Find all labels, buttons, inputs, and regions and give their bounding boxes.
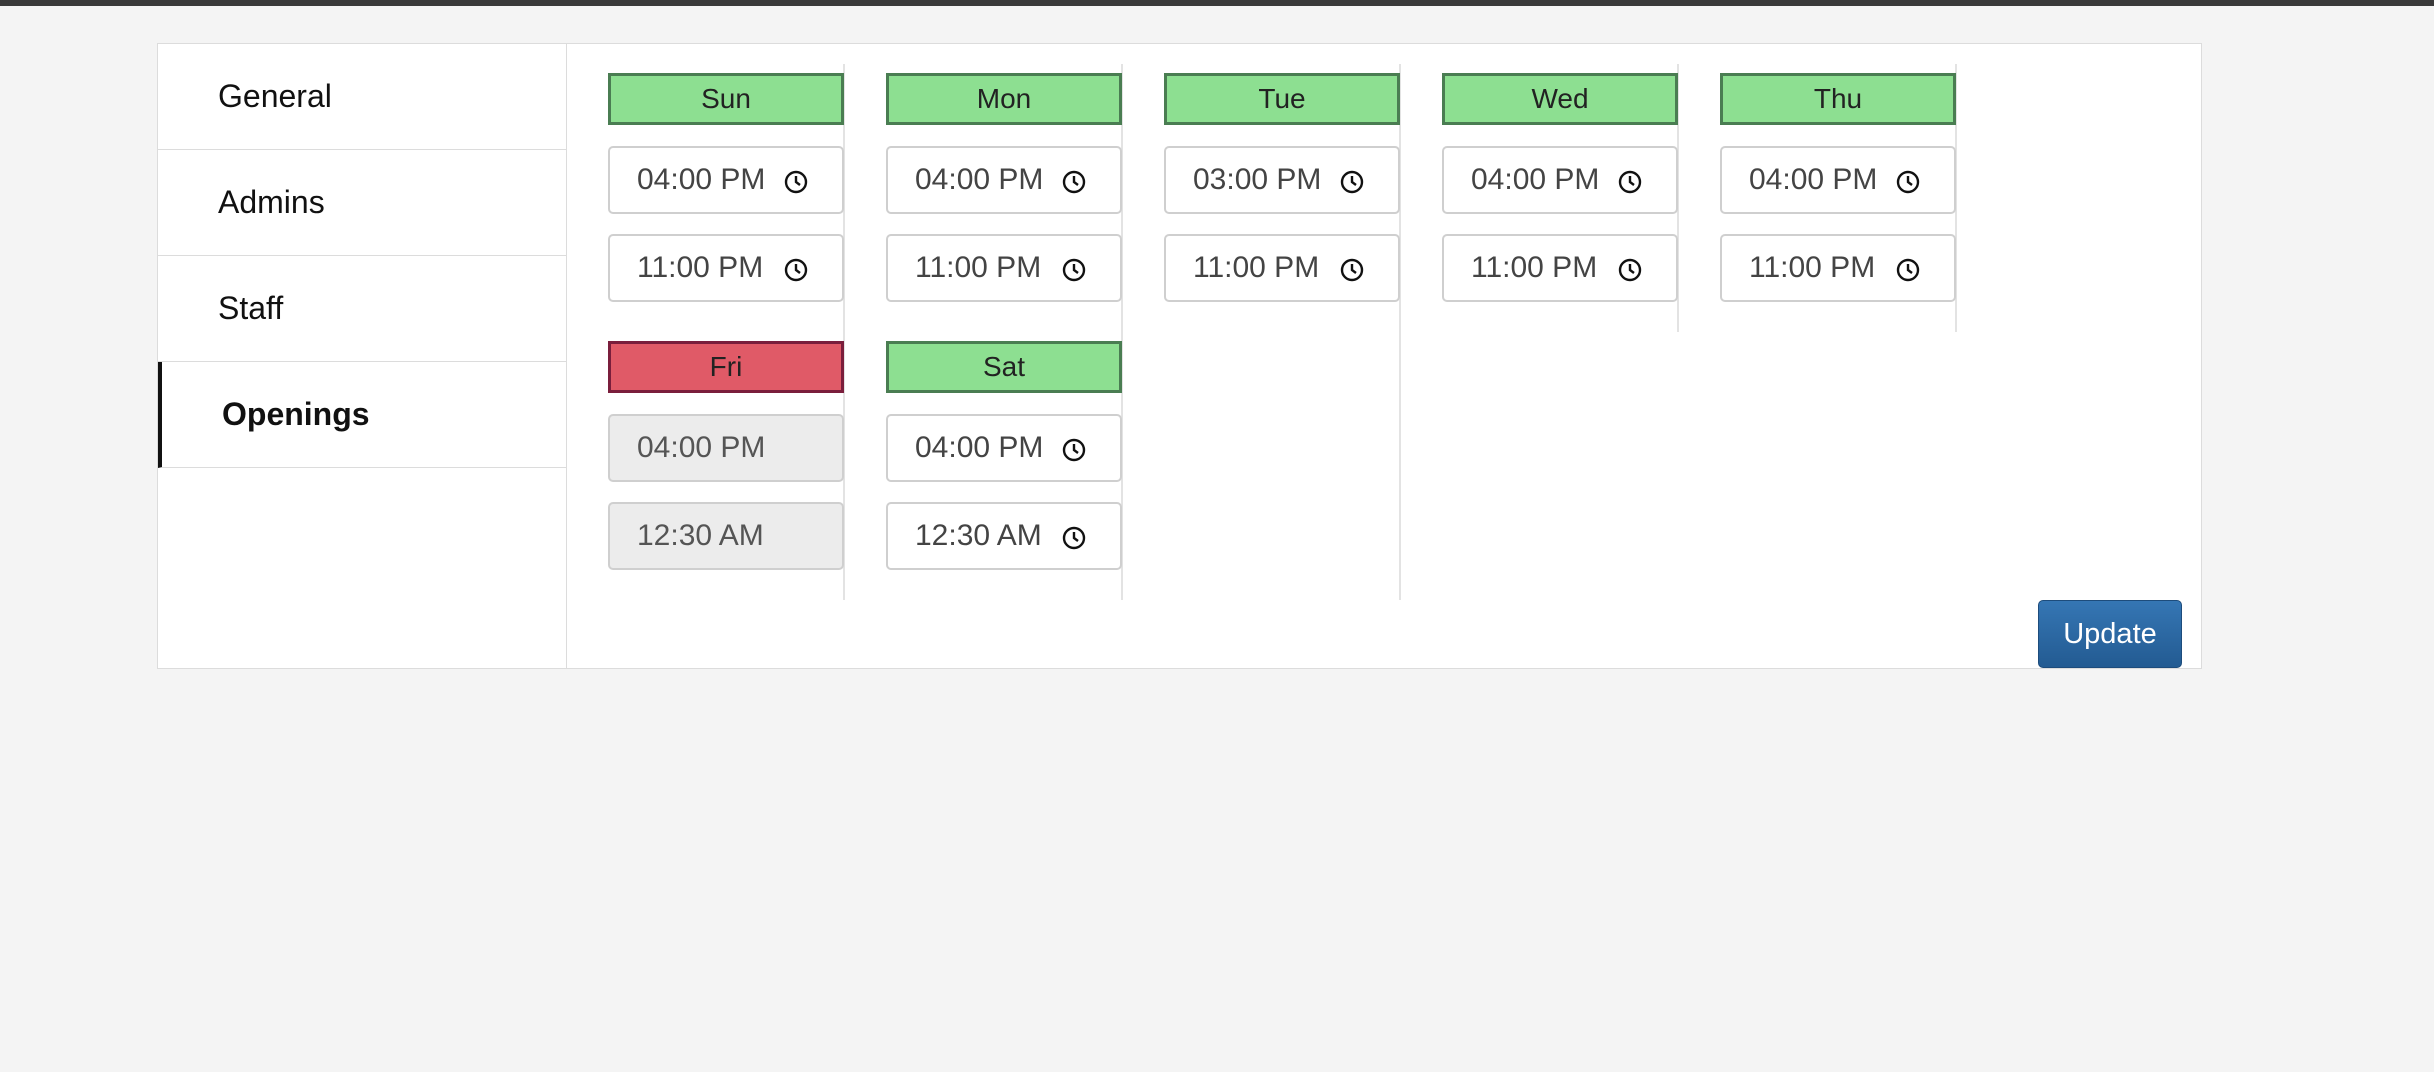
time-value: 12:30 AM bbox=[637, 519, 764, 552]
sidebar-item-openings[interactable]: Openings bbox=[158, 362, 566, 468]
day-toggle-thu[interactable]: Thu bbox=[1720, 73, 1956, 125]
settings-panel: General Admins Staff Openings Sun 04:00 … bbox=[157, 43, 2202, 669]
time-value: 12:30 AM bbox=[915, 519, 1042, 552]
sidebar-item-general[interactable]: General bbox=[158, 44, 566, 150]
open-time-input-mon[interactable]: 04:00 PM bbox=[886, 146, 1122, 214]
close-time-input-sat[interactable]: 12:30 AM bbox=[886, 502, 1122, 570]
time-value: 04:00 PM bbox=[1471, 163, 1600, 196]
clock-icon bbox=[1062, 170, 1086, 194]
clock-icon bbox=[1896, 170, 1920, 194]
clock-icon bbox=[1340, 170, 1364, 194]
open-time-input-tue[interactable]: 03:00 PM bbox=[1164, 146, 1400, 214]
time-value: 11:00 PM bbox=[637, 251, 764, 284]
time-value: 04:00 PM bbox=[637, 431, 766, 464]
clock-icon bbox=[784, 170, 808, 194]
time-value: 04:00 PM bbox=[915, 163, 1044, 196]
clock-icon bbox=[1062, 258, 1086, 282]
sidebar-item-staff[interactable]: Staff bbox=[158, 256, 566, 362]
close-time-input-sun[interactable]: 11:00 PM bbox=[608, 234, 844, 302]
time-value: 04:00 PM bbox=[1749, 163, 1878, 196]
sidebar: General Admins Staff Openings bbox=[158, 44, 567, 668]
open-time-input-thu[interactable]: 04:00 PM bbox=[1720, 146, 1956, 214]
time-value: 03:00 PM bbox=[1193, 163, 1322, 196]
close-time-input-fri[interactable]: 12:30 AM bbox=[608, 502, 844, 570]
openings-content: Sun 04:00 PM 11:00 PM Mon 04:00 PM 11:00… bbox=[567, 44, 2201, 668]
close-time-input-wed[interactable]: 11:00 PM bbox=[1442, 234, 1678, 302]
update-button[interactable]: Update bbox=[2038, 600, 2182, 668]
close-time-input-tue[interactable]: 11:00 PM bbox=[1164, 234, 1400, 302]
time-value: 04:00 PM bbox=[637, 163, 766, 196]
open-time-input-sun[interactable]: 04:00 PM bbox=[608, 146, 844, 214]
day-toggle-mon[interactable]: Mon bbox=[886, 73, 1122, 125]
clock-icon bbox=[1618, 170, 1642, 194]
day-column-tue: Tue 03:00 PM 11:00 PM bbox=[1123, 64, 1401, 600]
day-column-wed: Wed 04:00 PM 11:00 PM bbox=[1401, 64, 1679, 332]
time-value: 11:00 PM bbox=[1471, 251, 1598, 284]
day-column-thu: Thu 04:00 PM 11:00 PM bbox=[1679, 64, 1957, 332]
clock-icon bbox=[1340, 258, 1364, 282]
open-time-input-wed[interactable]: 04:00 PM bbox=[1442, 146, 1678, 214]
close-time-input-mon[interactable]: 11:00 PM bbox=[886, 234, 1122, 302]
day-toggle-tue[interactable]: Tue bbox=[1164, 73, 1400, 125]
day-column-fri: Fri 04:00 PM 12:30 AM bbox=[567, 332, 845, 600]
clock-icon bbox=[1062, 526, 1086, 550]
top-bar bbox=[0, 0, 2434, 6]
open-time-input-fri[interactable]: 04:00 PM bbox=[608, 414, 844, 482]
day-column-mon: Mon 04:00 PM 11:00 PM bbox=[845, 64, 1123, 332]
close-time-input-thu[interactable]: 11:00 PM bbox=[1720, 234, 1956, 302]
time-value: 11:00 PM bbox=[915, 251, 1042, 284]
clock-icon bbox=[784, 258, 808, 282]
sidebar-item-admins[interactable]: Admins bbox=[158, 150, 566, 256]
day-toggle-sun[interactable]: Sun bbox=[608, 73, 844, 125]
day-column-sat: Sat 04:00 PM 12:30 AM bbox=[845, 332, 1123, 600]
time-value: 11:00 PM bbox=[1193, 251, 1320, 284]
clock-icon bbox=[1896, 258, 1920, 282]
time-value: 11:00 PM bbox=[1749, 251, 1876, 284]
clock-icon bbox=[1062, 438, 1086, 462]
clock-icon bbox=[1618, 258, 1642, 282]
day-toggle-fri[interactable]: Fri bbox=[608, 341, 844, 393]
open-time-input-sat[interactable]: 04:00 PM bbox=[886, 414, 1122, 482]
day-toggle-sat[interactable]: Sat bbox=[886, 341, 1122, 393]
time-value: 04:00 PM bbox=[915, 431, 1044, 464]
day-column-sun: Sun 04:00 PM 11:00 PM bbox=[567, 64, 845, 332]
day-toggle-wed[interactable]: Wed bbox=[1442, 73, 1678, 125]
